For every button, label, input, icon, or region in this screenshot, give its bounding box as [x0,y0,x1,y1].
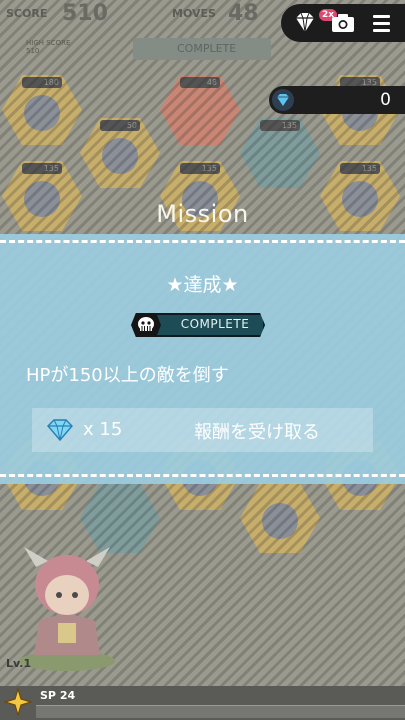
camera-icon[interactable] [330,11,356,35]
top-toolbar: 2x [281,4,405,42]
skull-icon [131,313,161,337]
diamond-icon [272,89,294,111]
score-label: SCORE [6,7,48,20]
score-value: 510 [62,1,108,26]
high-score: HIGH SCORE 510 [26,39,70,55]
complete-tag: COMPLETE [131,313,273,337]
character-level: Lv.1 [6,657,32,670]
mission-description: HPが150以上の敵を倒す [26,365,229,386]
hud-complete-text: COMPLETE [177,42,237,55]
moves-label: MOVES [172,7,216,20]
skill-bar: SP 24 [0,686,405,720]
player-character[interactable] [14,543,120,673]
diamond-icon [46,418,74,442]
claim-reward-label: 報酬を受け取る [194,422,320,443]
claim-reward-button[interactable]: x 15 報酬を受け取る [32,408,373,452]
mission-status: ★達成★ [166,274,239,296]
complete-tag-label: COMPLETE [180,317,250,331]
star-icon[interactable] [2,686,34,718]
high-score-label: HIGH SCORE [26,39,71,47]
gem-counter: 0 [269,86,405,114]
diamond-icon[interactable]: 2x [292,9,338,35]
panel-divider [0,474,405,477]
moves-value: 48 [228,1,259,26]
reward-quantity: x 15 [83,419,123,440]
sp-label: SP 24 [40,689,76,702]
high-score-value: 510 [26,47,40,55]
panel-divider [0,240,405,243]
hud-complete-indicator: COMPLETE [133,38,271,60]
menu-icon[interactable] [369,11,395,35]
sp-gauge [36,705,405,718]
mission-title: Mission [156,200,249,228]
gem-count: 0 [380,90,391,110]
